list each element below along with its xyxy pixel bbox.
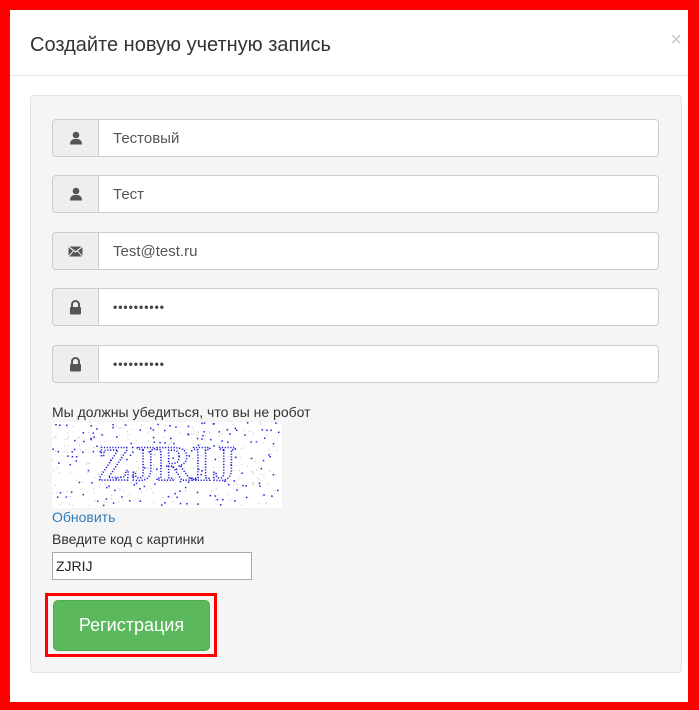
confirm-password-field[interactable]: ••••••••••: [98, 345, 659, 383]
firstname-field[interactable]: Тест: [98, 175, 659, 213]
robot-check-text: Мы должны убедиться, что вы не робот: [52, 404, 311, 420]
captcha-image: ZJRIJ: [52, 422, 282, 508]
password-input-group: ••••••••••: [52, 288, 659, 326]
email-field[interactable]: Test@test.ru: [98, 232, 659, 270]
confirm-password-input-group: ••••••••••: [52, 345, 659, 383]
refresh-captcha-link[interactable]: Обновить: [52, 509, 115, 525]
lastname-input-group: Тестовый: [52, 119, 659, 157]
captcha-code-label: Введите код с картинки: [52, 531, 205, 547]
firstname-input-group: Тест: [52, 175, 659, 213]
user-icon: [52, 175, 98, 213]
lock-icon: [52, 288, 98, 326]
register-button[interactable]: Регистрация: [53, 600, 210, 651]
envelope-icon: [52, 232, 98, 270]
captcha-code-input[interactable]: ZJRIJ: [52, 552, 252, 580]
password-field[interactable]: ••••••••••: [98, 288, 659, 326]
lock-icon: [52, 345, 98, 383]
close-icon[interactable]: ×: [670, 30, 682, 50]
modal-title: Создайте новую учетную запись: [30, 34, 331, 56]
lastname-field[interactable]: Тестовый: [98, 119, 659, 157]
modal-header: Создайте новую учетную запись ×: [10, 10, 688, 76]
svg-text:ZJRIJ: ZJRIJ: [98, 435, 237, 491]
email-input-group: Test@test.ru: [52, 232, 659, 270]
user-icon: [52, 119, 98, 157]
